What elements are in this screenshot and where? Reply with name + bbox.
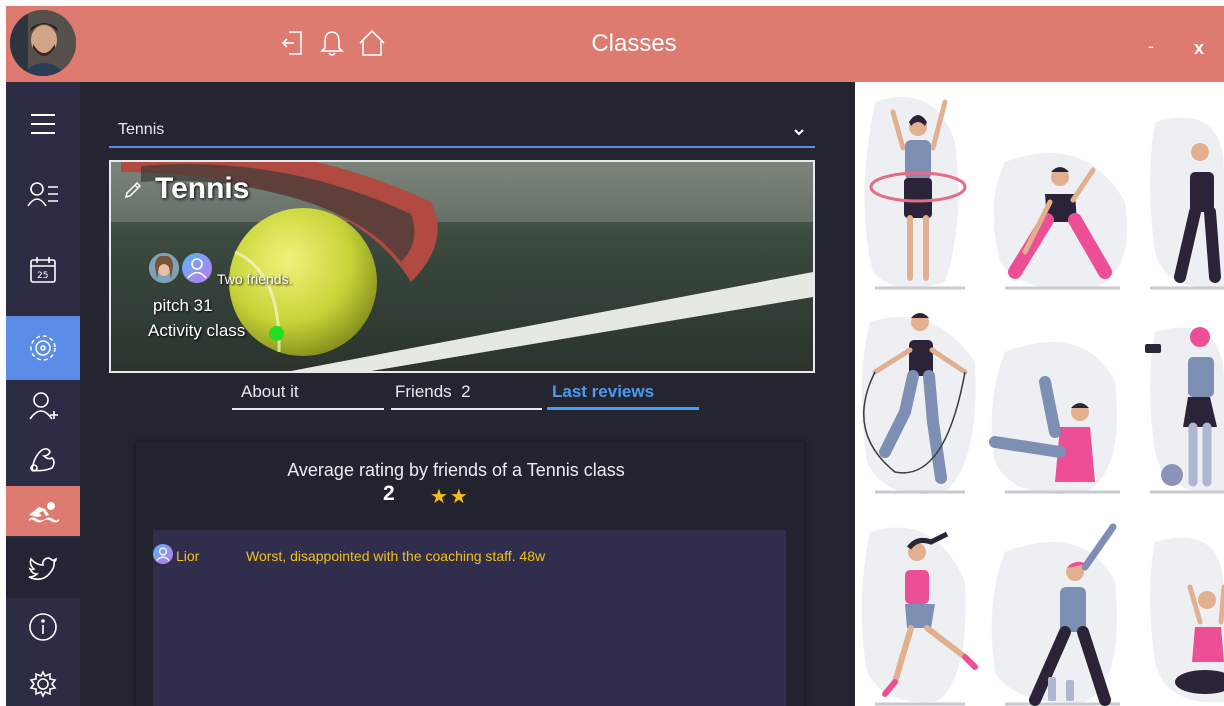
user-list-icon[interactable]	[6, 164, 80, 224]
sidebar: 25	[6, 82, 80, 706]
profile-area	[6, 6, 80, 82]
class-banner: Tennis Two friends. pitch 31 Activity cl…	[109, 160, 815, 373]
review-list: Lior Worst, disappointed with the coachi…	[153, 530, 786, 706]
add-user-icon[interactable]	[6, 382, 80, 432]
user-avatar-icon	[153, 544, 173, 569]
menu-icon[interactable]	[6, 94, 80, 154]
tab-friends-label: Friends 2	[395, 382, 471, 401]
tab-underline	[547, 407, 699, 410]
review-text: Worst, disappointed with the coaching st…	[246, 548, 546, 564]
main-content: Tennis Tennis Two friends. pitch 31 Acti…	[80, 82, 855, 706]
rating-title: Average rating by friends of a Tennis cl…	[287, 460, 625, 480]
fitness-illustration	[861, 97, 1224, 706]
tab-underline	[232, 408, 384, 410]
twitter-icon[interactable]	[6, 538, 80, 598]
tab-last-reviews-label: Last reviews	[552, 382, 655, 401]
rating-card: Average rating by friends of a Tennis cl…	[136, 442, 804, 706]
app-window: Classes - x 25 Tennis Tennis Two friends…	[0, 0, 1224, 706]
swimming-icon[interactable]	[6, 486, 80, 536]
info-icon[interactable]	[6, 600, 80, 654]
class-select[interactable]: Tennis	[109, 114, 815, 148]
close-button[interactable]: x	[1194, 38, 1204, 59]
settings-icon[interactable]	[6, 662, 80, 706]
tab-about-label: About it	[241, 382, 299, 401]
tab-friends[interactable]: Friends 2	[391, 380, 542, 410]
friends-count-text: Two friends.	[217, 271, 293, 287]
minimize-button[interactable]: -	[1148, 36, 1154, 57]
window-title: Classes	[591, 30, 677, 57]
tab-about[interactable]: About it	[232, 380, 384, 410]
activities-icon[interactable]	[6, 316, 80, 380]
avatar[interactable]	[10, 10, 76, 76]
friend-avatar-placeholder-icon[interactable]	[182, 253, 212, 283]
edit-icon[interactable]	[123, 180, 143, 205]
chevron-down-icon	[793, 124, 805, 142]
tab-last-reviews[interactable]: Last reviews	[547, 380, 699, 410]
tab-underline	[391, 408, 542, 410]
rating-value: 2	[383, 482, 395, 505]
illustration-panel	[855, 82, 1224, 706]
review-author: Lior	[176, 548, 200, 564]
rating-stars: ★★	[430, 486, 470, 508]
class-title: Tennis	[155, 172, 250, 205]
calendar-icon[interactable]: 25	[6, 240, 80, 300]
status-dot	[269, 326, 284, 341]
class-select-value: Tennis	[118, 121, 165, 138]
activity-label: Activity class	[148, 321, 246, 340]
friend-avatar[interactable]	[149, 253, 179, 283]
title-bar: Classes - x	[80, 6, 1224, 82]
strength-icon[interactable]	[6, 434, 80, 484]
svg-text:25: 25	[37, 271, 48, 281]
pitch-label: pitch 31	[153, 296, 213, 315]
